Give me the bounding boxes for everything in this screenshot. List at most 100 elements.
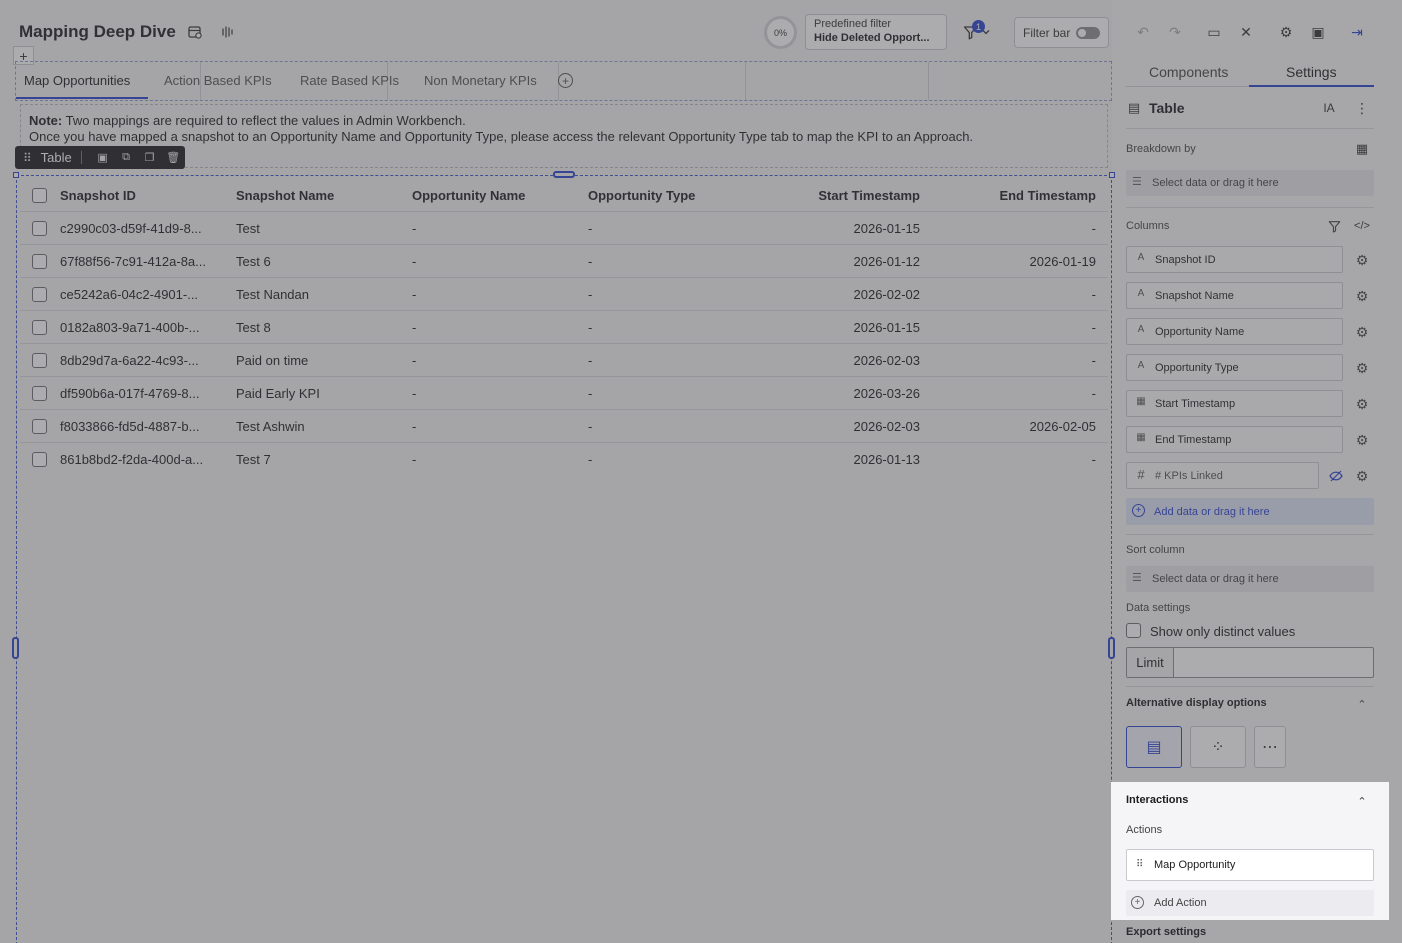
column-field[interactable]: A Snapshot Name: [1126, 282, 1343, 309]
gear-icon[interactable]: ⚙: [1354, 432, 1370, 448]
tab-action-based-kpis[interactable]: Action Based KPIs: [164, 73, 272, 88]
table-row[interactable]: 0182a803-9a71-400b-... Test 8 - - 2026-0…: [20, 311, 1108, 344]
gear-icon[interactable]: ⚙: [1276, 22, 1296, 42]
chevron-up-icon[interactable]: ⌃: [1355, 698, 1369, 711]
toggle-switch[interactable]: [1076, 27, 1100, 39]
column-field[interactable]: ▦ Start Timestamp: [1126, 390, 1343, 417]
row-checkbox[interactable]: [32, 254, 47, 269]
divider: [1126, 128, 1374, 129]
column-field-label: Snapshot ID: [1155, 253, 1216, 266]
more-options-icon[interactable]: ⋮: [1352, 98, 1372, 118]
table-row[interactable]: df590b6a-017f-4769-8... Paid Early KPI -…: [20, 377, 1108, 410]
present-icon[interactable]: ▭: [1204, 22, 1224, 42]
code-icon[interactable]: </>: [1352, 216, 1372, 236]
table-row[interactable]: 861b8bd2-f2da-400d-a... Test 7 - - 2026-…: [20, 443, 1108, 476]
column-header[interactable]: End Timestamp: [900, 188, 1096, 203]
table-display-option[interactable]: ▤: [1126, 726, 1182, 768]
hidden-eye-icon[interactable]: [1328, 468, 1344, 484]
top-resize-handle[interactable]: [553, 171, 575, 178]
row-checkbox[interactable]: [32, 452, 47, 467]
table-row[interactable]: ce5242a6-04c2-4901-... Test Nandan - - 2…: [20, 278, 1108, 311]
distinct-values-checkbox[interactable]: [1126, 623, 1141, 638]
copy-icon[interactable]: ❐: [138, 151, 162, 164]
right-resize-handle[interactable]: [1108, 637, 1115, 659]
tab-map-opportunities[interactable]: Map Opportunities: [24, 73, 130, 88]
column-header[interactable]: Opportunity Name: [412, 188, 572, 203]
corner-resize-handle[interactable]: [13, 172, 19, 178]
table-row[interactable]: 67f88f56-7c91-412a-8a... Test 6 - - 2026…: [20, 245, 1108, 278]
add-action-button[interactable]: + Add Action: [1126, 890, 1374, 916]
column-field[interactable]: # # KPIs Linked: [1126, 462, 1319, 489]
column-field[interactable]: A Opportunity Type: [1126, 354, 1343, 381]
gear-icon[interactable]: ⚙: [1354, 396, 1370, 412]
element-type-title: Table: [1149, 100, 1185, 116]
more-display-options[interactable]: ⋯: [1254, 726, 1286, 768]
drag-handle-icon[interactable]: ⠿: [1136, 859, 1143, 870]
row-checkbox[interactable]: [32, 386, 47, 401]
table-row[interactable]: c2990c03-d59f-41d9-8... Test - - 2026-01…: [20, 212, 1108, 245]
panel-tab-components[interactable]: Components: [1149, 64, 1228, 80]
left-resize-handle[interactable]: [12, 637, 19, 659]
text-style-icon[interactable]: IA: [1319, 98, 1339, 118]
column-field[interactable]: A Snapshot ID: [1126, 246, 1343, 273]
table-header-row: Snapshot ID Snapshot Name Opportunity Na…: [20, 179, 1108, 212]
filter-bar-toggle[interactable]: Filter bar: [1014, 17, 1109, 48]
add-column-button[interactable]: + Add data or drag it here: [1126, 498, 1374, 525]
data-source-icon[interactable]: [186, 23, 204, 41]
gear-icon[interactable]: ⚙: [1354, 288, 1370, 304]
add-tab-icon[interactable]: +: [558, 73, 573, 88]
gear-icon[interactable]: ⚙: [1354, 360, 1370, 376]
function-icon[interactable]: ✕: [1236, 22, 1256, 42]
gear-icon[interactable]: ⚙: [1354, 468, 1370, 484]
edit-element-icon[interactable]: ▣: [91, 151, 115, 164]
table-icon: ▤: [1127, 100, 1141, 115]
pivot-icon[interactable]: ▦: [1352, 139, 1372, 159]
table-cell: -: [412, 419, 417, 434]
column-header[interactable]: Snapshot ID: [60, 188, 224, 203]
table-row[interactable]: f8033866-fd5d-4887-b... Test Ashwin - - …: [20, 410, 1108, 443]
gear-icon[interactable]: ⚙: [1354, 252, 1370, 268]
table-cell: 2026-01-12: [853, 254, 921, 269]
select-all-checkbox[interactable]: [32, 188, 47, 203]
row-checkbox[interactable]: [32, 320, 47, 335]
filter-icon[interactable]: [1324, 216, 1344, 236]
column-field[interactable]: ▦ End Timestamp: [1126, 426, 1343, 453]
limit-field[interactable]: Limit: [1126, 647, 1374, 678]
column-header[interactable]: Snapshot Name: [236, 188, 396, 203]
gear-icon[interactable]: ⚙: [1354, 324, 1370, 340]
scatter-display-option[interactable]: ⁘: [1190, 726, 1246, 768]
predefined-filter-chip[interactable]: Predefined filter Hide Deleted Opport...: [805, 14, 947, 50]
save-icon[interactable]: ▣: [1308, 22, 1328, 42]
duplicate-element-icon[interactable]: ⧉: [114, 151, 138, 164]
exit-icon[interactable]: ⇥: [1347, 22, 1367, 42]
table-row[interactable]: 8db29d7a-6a22-4c93-... Paid on time - - …: [20, 344, 1108, 377]
table-cell: Test Ashwin: [236, 419, 305, 434]
delete-icon[interactable]: 🗑: [161, 151, 185, 164]
chevron-up-icon[interactable]: ⌃: [1355, 795, 1369, 808]
panel-tab-settings[interactable]: Settings: [1286, 64, 1337, 80]
columns-label: Columns: [1126, 220, 1170, 232]
column-header[interactable]: Start Timestamp: [720, 188, 920, 203]
row-checkbox[interactable]: [32, 221, 47, 236]
tab-non-monetary-kpis[interactable]: Non Monetary KPIs: [424, 73, 537, 88]
table-cell: ce5242a6-04c2-4901-...: [60, 287, 199, 302]
sort-drop-zone[interactable]: ☰ Select data or drag it here: [1126, 566, 1374, 592]
row-checkbox[interactable]: [32, 419, 47, 434]
plus-circle-icon: +: [1132, 504, 1145, 517]
predefined-filter-value: Hide Deleted Opport...: [814, 32, 930, 44]
row-checkbox[interactable]: [32, 287, 47, 302]
undo-icon[interactable]: ↶: [1133, 22, 1153, 42]
table-cell: Test 6: [236, 254, 271, 269]
corner-resize-handle[interactable]: [1109, 172, 1115, 178]
waveform-icon[interactable]: [219, 23, 237, 41]
drop-placeholder: Select data or drag it here: [1152, 177, 1279, 189]
divider: [1126, 686, 1374, 687]
text-type-icon: A: [1137, 360, 1145, 371]
tab-rate-based-kpis[interactable]: Rate Based KPIs: [300, 73, 399, 88]
action-item-map-opportunity[interactable]: ⠿ Map Opportunity: [1126, 849, 1374, 881]
redo-icon[interactable]: ↷: [1165, 22, 1185, 42]
breakdown-drop-zone[interactable]: ☰ Select data or drag it here: [1126, 170, 1374, 196]
drag-handle-icon[interactable]: ⠿: [23, 151, 41, 165]
column-field[interactable]: A Opportunity Name: [1126, 318, 1343, 345]
row-checkbox[interactable]: [32, 353, 47, 368]
